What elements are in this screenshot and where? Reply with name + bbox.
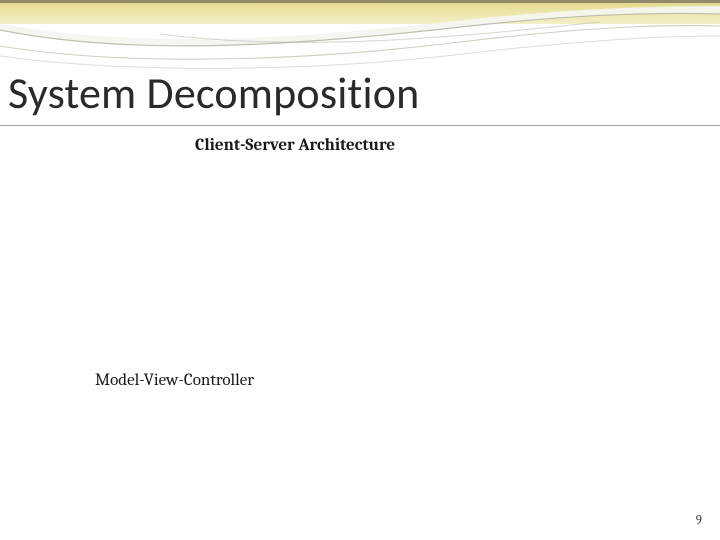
slide: System Decomposition Client-Server Archi…	[0, 0, 720, 540]
subtitle-client-server: Client-Server Architecture	[195, 136, 395, 155]
decorative-header-band	[0, 0, 720, 64]
slide-title: System Decomposition	[8, 66, 420, 120]
title-underline	[0, 125, 720, 126]
subtitle-mvc: Model-View-Controller	[95, 371, 254, 390]
page-number: 9	[696, 513, 702, 528]
